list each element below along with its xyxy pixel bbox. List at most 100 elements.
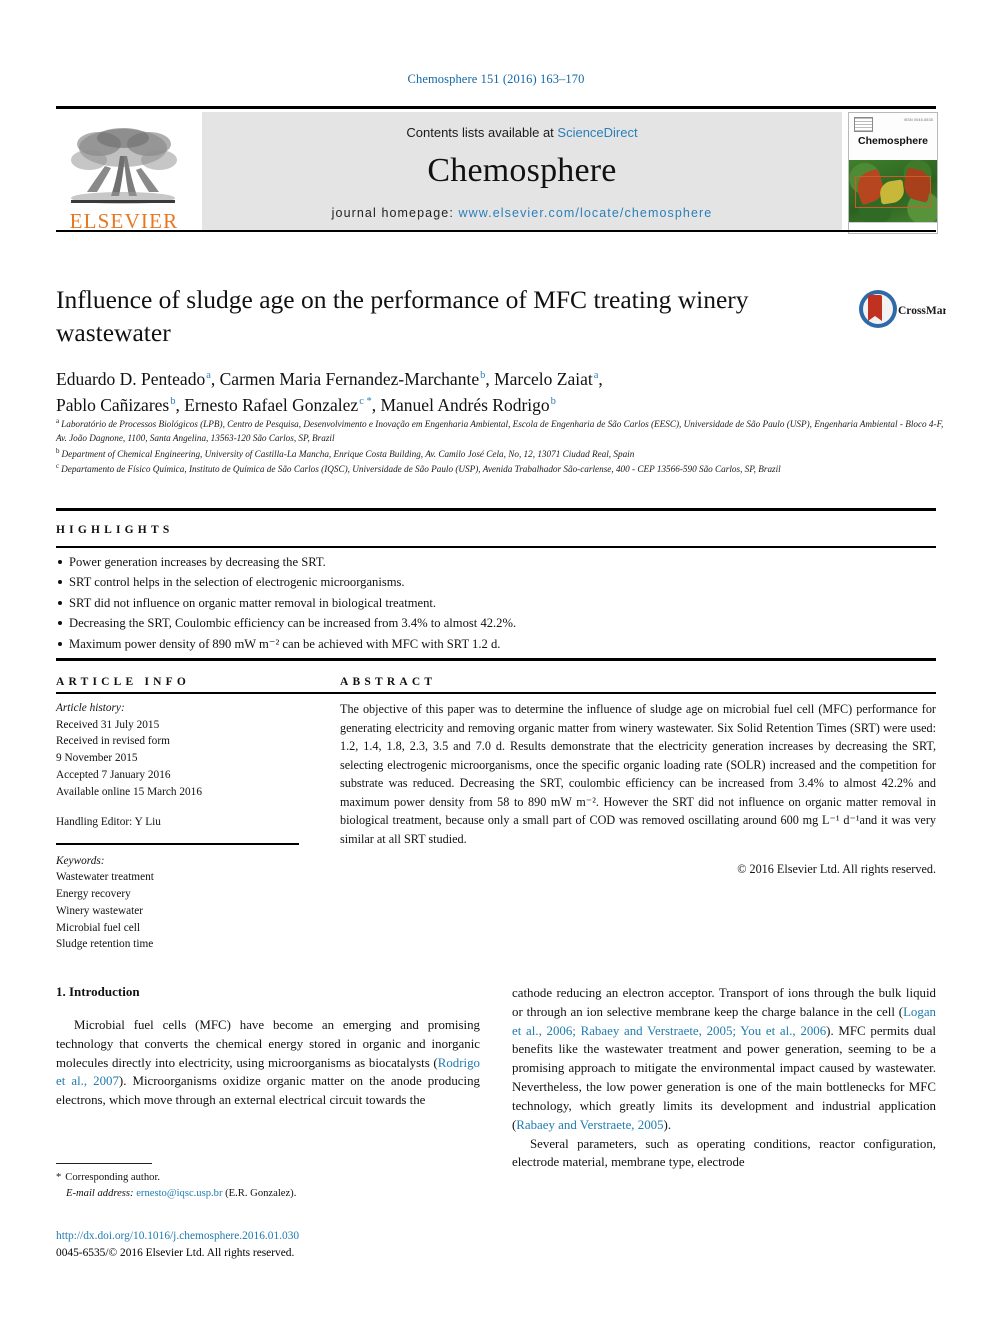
elsevier-wordmark: ELSEVIER xyxy=(69,209,179,233)
elsevier-tree-icon xyxy=(71,128,177,204)
running-head: Chemosphere 151 (2016) 163–170 xyxy=(407,72,585,86)
article-history-item: Accepted 7 January 2016 xyxy=(56,768,171,781)
journal-masthead: ELSEVIER Contents lists available at Sci… xyxy=(56,106,938,234)
affiliation-text: Departamento de Físico Química, Institut… xyxy=(61,463,781,474)
author-sep: , xyxy=(598,369,603,390)
affiliation-item: b Department of Chemical Engineering, Uni… xyxy=(56,446,946,461)
highlight-item: Power generation increases by decreasing… xyxy=(56,552,936,572)
email-owner: (E.R. Gonzalez). xyxy=(225,1187,297,1199)
article-history-item: Received 31 July 2015 xyxy=(56,718,160,731)
affiliation-item: c Departamento de Físico Química, Institu… xyxy=(56,461,946,476)
masthead-top-rule xyxy=(56,106,936,109)
keyword-item: Winery wastewater xyxy=(56,904,144,917)
highlight-item: Maximum power density of 890 mW m⁻² can … xyxy=(56,634,936,654)
info-bottom-rule xyxy=(56,692,936,694)
title-zone: Influence of sludge age on the performan… xyxy=(56,284,846,418)
handling-editor: Handling Editor: Y Liu xyxy=(56,816,161,829)
affiliation-text: Laboratório de Processos Biológicos (LPB… xyxy=(56,419,944,444)
paragraph-text: ). MFC permits dual benefits like the wa… xyxy=(512,1023,936,1132)
highlights-top-rule xyxy=(56,508,936,511)
email-note: E-mail address: ernesto@iqsc.usp.br (E.R… xyxy=(56,1186,480,1202)
doi-link[interactable]: http://dx.doi.org/10.1016/j.chemosphere.… xyxy=(56,1228,516,1245)
article-info-heading: ARTICLE INFO xyxy=(56,676,191,688)
contents-available-line: Contents lists available at ScienceDirec… xyxy=(406,125,637,140)
footnote-rule xyxy=(56,1163,152,1164)
keyword-item: Microbial fuel cell xyxy=(56,921,141,934)
crossmark-icon: CrossMark xyxy=(859,290,946,328)
body-column-left: 1. Introduction Microbial fuel cells (MF… xyxy=(56,984,480,1110)
author-name: Eduardo D. Penteado xyxy=(56,369,206,390)
abstract-copyright: © 2016 Elsevier Ltd. All rights reserved… xyxy=(737,862,936,877)
corresponding-author-note: * Corresponding author. xyxy=(56,1170,480,1186)
journal-homepage-line: journal homepage: www.elsevier.com/locat… xyxy=(332,206,713,220)
cover-issn: ISSN 0045-6535 xyxy=(903,118,933,122)
journal-band: Contents lists available at ScienceDirec… xyxy=(202,112,842,232)
article-history-item: 9 November 2015 xyxy=(56,752,138,765)
abstract-text: The objective of this paper was to deter… xyxy=(340,702,936,846)
cover-artwork xyxy=(849,160,937,222)
cover-publisher-logo-icon xyxy=(854,117,873,132)
affiliation-list: a Laboratório de Processos Biológicos (LP… xyxy=(56,416,946,476)
paragraph-text: cathode reducing an electron acceptor. T… xyxy=(512,986,936,1019)
author-affiliation-mark: c * xyxy=(359,395,372,407)
info-top-rule xyxy=(56,658,936,661)
highlights-list: Power generation increases by decreasing… xyxy=(56,552,936,654)
cover-frame xyxy=(855,176,931,208)
keyword-item: Energy recovery xyxy=(56,888,131,901)
email-label: E-mail address: xyxy=(66,1187,134,1199)
highlight-item: SRT control helps in the selection of el… xyxy=(56,572,936,592)
crossmark-label: CrossMark xyxy=(898,305,946,317)
keywords-heading: Keywords: xyxy=(56,854,105,867)
paper-page: Chemosphere 151 (2016) 163–170 ELSEVIER … xyxy=(0,0,992,1323)
paragraph-text: Microbial fuel cells (MFC) have become a… xyxy=(56,1018,480,1070)
corresponding-author-marker: * xyxy=(56,1172,62,1183)
body-column-right: cathode reducing an electron acceptor. T… xyxy=(512,984,936,1172)
homepage-link[interactable]: www.elsevier.com/locate/chemosphere xyxy=(458,206,712,220)
issn-copyright-line: 0045-6535/© 2016 Elsevier Ltd. All right… xyxy=(56,1246,295,1259)
highlights-heading: HIGHLIGHTS xyxy=(56,524,174,536)
author-name: Pablo Cañizares xyxy=(56,394,170,415)
author-name: Carmen Maria Fernandez-Marchante xyxy=(219,369,480,390)
keyword-item: Wastewater treatment xyxy=(56,871,154,884)
corresponding-author-label: Corresponding author. xyxy=(65,1172,161,1183)
highlight-item: Decreasing the SRT, Coulombic efficiency… xyxy=(56,613,936,633)
masthead-bottom-rule xyxy=(56,230,936,232)
highlight-item: SRT did not influence on organic matter … xyxy=(56,593,936,613)
author-list: Eduardo D. Penteadoa, Carmen Maria Ferna… xyxy=(56,367,846,418)
author-name: Ernesto Rafael Gonzalez xyxy=(184,394,359,415)
author-sep: , xyxy=(175,394,185,415)
email-link[interactable]: ernesto@iqsc.usp.br xyxy=(136,1188,222,1199)
cover-top: ISSN 0045-6535 Chemosphere xyxy=(849,113,937,160)
affiliation-text: Department of Chemical Engineering, Univ… xyxy=(61,448,635,459)
body-paragraph: Microbial fuel cells (MFC) have become a… xyxy=(56,1016,480,1110)
homepage-prefix: journal homepage: xyxy=(331,206,459,220)
author-sep: , xyxy=(210,369,220,390)
body-paragraph: cathode reducing an electron acceptor. T… xyxy=(512,984,936,1135)
body-paragraph: Several parameters, such as operating co… xyxy=(512,1136,936,1170)
article-history-item: Available online 15 March 2016 xyxy=(56,785,202,798)
journal-title: Chemosphere xyxy=(427,152,617,189)
footnote-block: * Corresponding author. E-mail address: e… xyxy=(56,1170,480,1202)
section-heading-introduction: 1. Introduction xyxy=(56,984,140,999)
page-title: Influence of sludge age on the performan… xyxy=(56,285,749,347)
keywords-rule xyxy=(56,843,299,845)
article-history-heading: Article history: xyxy=(56,702,125,714)
sciencedirect-link[interactable]: ScienceDirect xyxy=(557,125,637,140)
paragraph-text: ). xyxy=(663,1117,672,1132)
author-name: Marcelo Zaiat xyxy=(494,369,593,390)
abstract-column: The objective of this paper was to deter… xyxy=(340,700,936,879)
journal-cover-thumbnail: ISSN 0045-6535 Chemosphere xyxy=(848,112,938,234)
author-name: Manuel Andrés Rodrigo xyxy=(380,394,550,415)
abstract-heading: ABSTRACT xyxy=(340,676,437,688)
crossmark-badge[interactable]: CrossMark xyxy=(858,288,946,332)
author-affiliation-mark: b xyxy=(550,395,556,407)
highlights-bottom-rule xyxy=(56,546,936,548)
citation-link[interactable]: Rabaey and Verstraete, 2005 xyxy=(516,1118,663,1132)
cover-journal-title: Chemosphere xyxy=(857,135,929,147)
elsevier-logo: ELSEVIER xyxy=(56,112,192,232)
keyword-item: Sludge retention time xyxy=(56,938,154,951)
doi-block: http://dx.doi.org/10.1016/j.chemosphere.… xyxy=(56,1228,516,1261)
article-history-item: Received in revised form xyxy=(56,735,170,748)
